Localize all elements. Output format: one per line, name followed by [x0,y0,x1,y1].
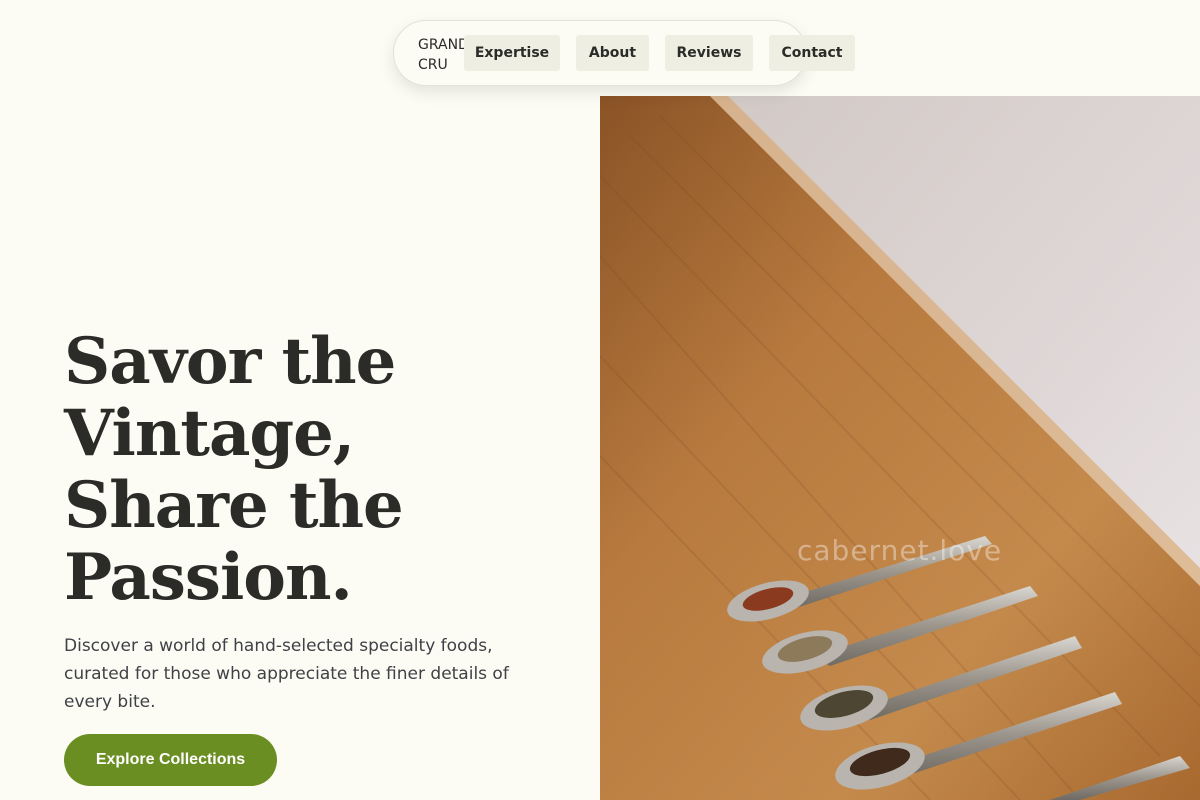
brand-line-1: GRAND [418,37,469,53]
nav-link-reviews[interactable]: Reviews [665,35,753,71]
brand-logo[interactable]: GRAND CRU [418,35,469,75]
hero-title: Savor the Vintage, Share the Passion. [64,326,584,614]
hero-title-line-1: Savor the [64,324,396,399]
hero-title-line-4: Passion. [64,540,353,615]
hero-photo: cabernet.love [600,96,1200,800]
nav-link-contact[interactable]: Contact [769,35,855,71]
nav-link-expertise[interactable]: Expertise [464,35,560,71]
hero-description: Discover a world of hand-selected specia… [64,636,509,712]
brand-line-2: CRU [418,57,448,73]
hero-title-line-2: Vintage, [64,396,355,471]
explore-collections-button[interactable]: Explore Collections [64,734,277,786]
spoons-on-wood-image [600,96,1200,800]
photo-watermark: cabernet.love [797,534,1003,567]
hero-title-line-3: Share the [64,468,404,543]
nav-link-about[interactable]: About [576,35,649,71]
